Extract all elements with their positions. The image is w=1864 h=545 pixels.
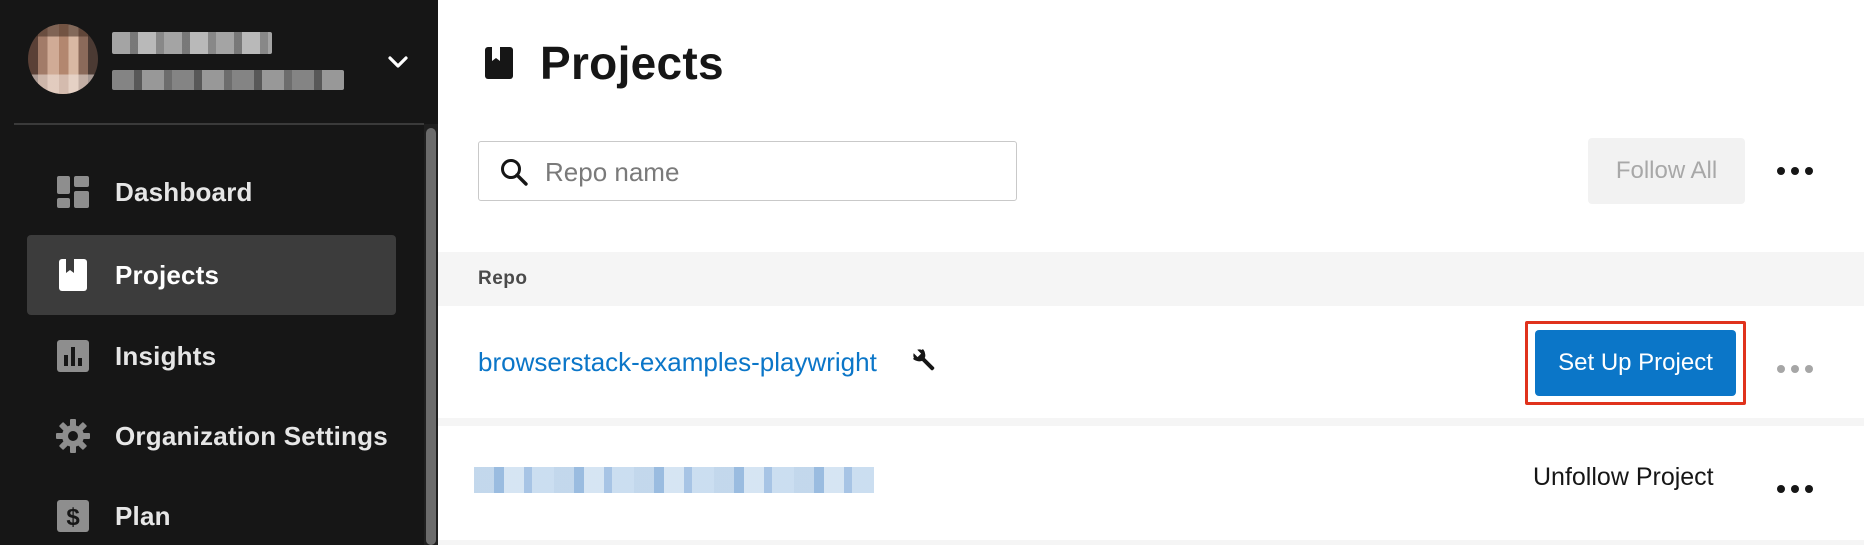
more-options-icon[interactable] <box>1777 165 1813 177</box>
sidebar-item-label: Organization Settings <box>115 420 388 451</box>
main-content: Projects Follow All Repo browserstack-ex… <box>438 0 1864 545</box>
book-icon <box>55 257 91 293</box>
book-icon <box>485 47 513 79</box>
repo-link-redacted[interactable] <box>474 467 874 493</box>
dashboard-icon <box>55 174 91 210</box>
sidebar-item-dashboard[interactable]: Dashboard <box>27 152 396 232</box>
sidebar-item-organization-settings[interactable]: Organization Settings <box>27 396 396 476</box>
sidebar-item-label: Dashboard <box>115 176 253 207</box>
dollar-icon: $ <box>55 498 91 534</box>
wrench-icon <box>912 348 935 371</box>
sidebar-item-insights[interactable]: Insights <box>27 316 396 396</box>
user-org-redacted <box>112 70 344 90</box>
follow-all-button[interactable]: Follow All <box>1588 138 1745 204</box>
sidebar-item-projects[interactable]: Projects <box>27 235 396 315</box>
avatar <box>28 24 98 94</box>
chevron-down-icon[interactable] <box>386 50 410 74</box>
set-up-project-button[interactable]: Set Up Project <box>1535 330 1736 396</box>
sidebar-item-label: Projects <box>115 259 220 290</box>
more-options-icon[interactable] <box>1777 363 1813 375</box>
table-header: Repo <box>438 252 1864 306</box>
sidebar: Dashboard Projects Insights Organization… <box>0 0 438 545</box>
bar-chart-icon <box>55 338 91 374</box>
search-icon <box>501 159 528 186</box>
scrollbar-thumb[interactable] <box>426 128 436 545</box>
sidebar-scrollbar[interactable] <box>424 124 438 545</box>
sidebar-item-plan[interactable]: $ Plan <box>27 476 396 545</box>
search-input[interactable] <box>545 154 995 190</box>
page-title: Projects <box>540 37 724 89</box>
search-field[interactable] <box>478 141 1017 201</box>
column-header-repo: Repo <box>478 268 528 289</box>
unfollow-project-button[interactable]: Unfollow Project <box>1533 463 1714 492</box>
sidebar-item-label: Insights <box>115 340 217 371</box>
row-divider <box>438 418 1864 426</box>
row-divider <box>438 540 1864 545</box>
gear-icon <box>55 418 91 454</box>
repo-link[interactable]: browserstack-examples-playwright <box>478 347 877 378</box>
more-options-icon[interactable] <box>1777 483 1813 495</box>
sidebar-item-label: Plan <box>115 500 171 531</box>
user-name-redacted <box>112 32 272 54</box>
user-switcher[interactable] <box>0 0 438 124</box>
table-row: browserstack-examples-playwright Set Up … <box>438 307 1864 417</box>
sidebar-divider <box>14 123 424 125</box>
table-row: Unfollow Project <box>438 427 1864 537</box>
svg-text:$: $ <box>66 504 80 531</box>
